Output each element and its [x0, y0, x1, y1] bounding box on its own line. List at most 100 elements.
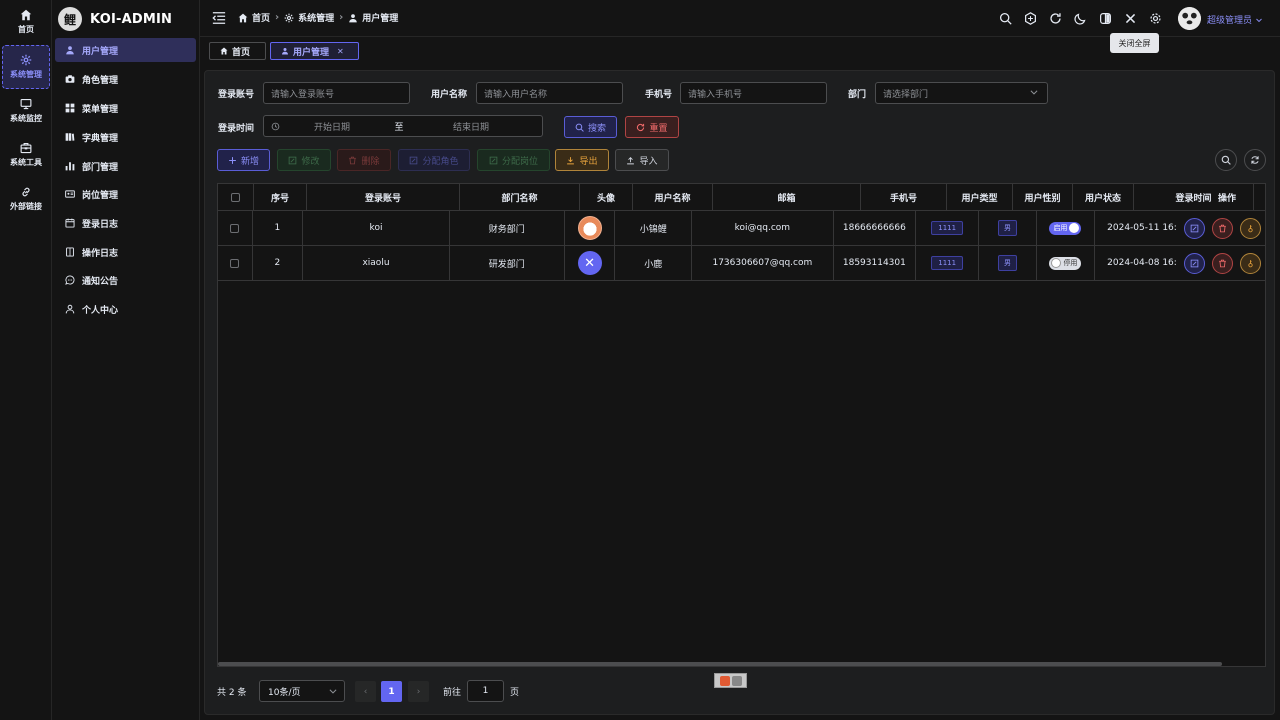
toggle-search-button[interactable]	[1215, 149, 1237, 171]
cell-type: 1111	[916, 211, 980, 245]
sidebar-item-label: 操作日志	[82, 248, 119, 259]
row-checkbox[interactable]	[230, 258, 240, 268]
refresh-table-button[interactable]	[1244, 149, 1266, 171]
row-delete-button[interactable]	[1211, 217, 1233, 239]
next-page-button[interactable]: ›	[408, 681, 429, 702]
table-row[interactable]: 2 xiaolu 研发部门 ✕ 小鹿 1736306607@qq.com 185…	[218, 246, 1265, 281]
close-icon[interactable]: ✕	[337, 47, 344, 56]
rail-item-links[interactable]: 外部链接	[0, 177, 52, 221]
search-icon[interactable]	[997, 10, 1013, 26]
header-toolbar	[997, 10, 1163, 26]
trash-icon	[349, 156, 357, 164]
floating-badge-icon[interactable]	[714, 673, 747, 688]
avatar[interactable]: ✕	[577, 251, 602, 275]
row-edit-button[interactable]	[1183, 252, 1205, 274]
phone-input[interactable]: 请输入手机号	[680, 82, 827, 104]
horizontal-scrollbar[interactable]	[218, 662, 1222, 666]
sidebar-item-menu[interactable]: 菜单管理	[55, 96, 196, 120]
breadcrumb-user[interactable]: 用户管理	[348, 11, 398, 24]
theme-cube-icon[interactable]	[1022, 10, 1038, 26]
sidebar-item-label: 通知公告	[82, 276, 119, 287]
gender-tag: 男	[998, 255, 1017, 271]
user-name-input[interactable]: 请输入用户名称	[476, 82, 623, 104]
brand-logo[interactable]: 鲤 KOI-ADMIN	[58, 6, 172, 32]
sidebar-item-login-log[interactable]: 登录日志	[55, 211, 196, 235]
camera-icon	[65, 75, 75, 83]
end-date[interactable]: 结束日期	[414, 120, 528, 133]
cell-phone: 18593114301	[834, 246, 917, 280]
dept-select[interactable]: 请选择部门	[875, 82, 1048, 104]
add-button[interactable]: 新增	[217, 149, 270, 171]
upload-icon	[627, 156, 635, 164]
pagination-total: 共 2 条	[217, 688, 247, 698]
row-checkbox[interactable]	[230, 223, 240, 233]
select-all-checkbox[interactable]	[231, 192, 240, 202]
refresh-icon[interactable]	[1047, 10, 1063, 26]
top-header: 首页 › 系统管理 › 用户管理 超级管理员	[200, 0, 1280, 37]
rail-item-system[interactable]: 系统管理	[2, 45, 50, 89]
sidebar-item-label: 用户管理	[82, 46, 119, 57]
edit-button[interactable]: 修改	[277, 149, 331, 171]
close-fullscreen-icon[interactable]	[1122, 10, 1138, 26]
sidebar-item-post[interactable]: 岗位管理	[55, 182, 196, 206]
reset-button[interactable]: 重置	[625, 116, 679, 138]
sidebar-item-role[interactable]: 角色管理	[55, 67, 196, 91]
table-row[interactable]: 1 koi 财务部门 小锦鲤 koi@qq.com 18666666666 11…	[218, 211, 1265, 246]
home-icon	[20, 9, 32, 21]
cell-dept: 财务部门	[450, 211, 565, 245]
cell-index: 1	[253, 211, 304, 245]
assign-post-button[interactable]: 分配岗位	[477, 149, 550, 171]
sidebar-item-dict[interactable]: 字典管理	[55, 125, 196, 149]
refresh-icon	[637, 123, 645, 131]
breadcrumb-home[interactable]: 首页	[238, 11, 270, 24]
table-header: 序号 登录账号 部门名称 头像 用户名称 邮箱 手机号 用户类型 用户性别 用户…	[218, 184, 1265, 211]
login-account-label: 登录账号	[218, 90, 255, 100]
row-edit-button[interactable]	[1183, 217, 1205, 239]
prev-page-button[interactable]: ‹	[355, 681, 376, 702]
rail-item-home[interactable]: 首页	[0, 0, 52, 44]
tab-home[interactable]: 首页	[209, 42, 266, 60]
page-jump-input[interactable]: 1	[467, 680, 504, 702]
phone-label: 手机号	[645, 90, 673, 100]
search-button[interactable]: 搜索	[564, 116, 617, 138]
grid-icon	[65, 103, 75, 113]
tab-user-management[interactable]: 用户管理 ✕	[270, 42, 359, 60]
cell-ops	[1183, 246, 1265, 280]
user-dropdown[interactable]: 超级管理员	[1207, 13, 1263, 26]
sidebar-item-op-log[interactable]: 操作日志	[55, 240, 196, 264]
switch-label: 启用	[1053, 224, 1068, 232]
toolbox-icon	[20, 142, 32, 154]
avatar[interactable]	[1178, 7, 1201, 30]
settings-gear-icon[interactable]	[1147, 10, 1163, 26]
cell-login-time: 2024-04-08 16:	[1107, 258, 1177, 268]
row-delete-button[interactable]	[1211, 252, 1233, 274]
login-time-range[interactable]: 开始日期 至 结束日期	[263, 115, 543, 137]
start-date[interactable]: 开始日期	[280, 120, 384, 133]
cell-account: koi	[303, 211, 450, 245]
avatar[interactable]	[577, 216, 602, 240]
assign-role-button[interactable]: 分配角色	[398, 149, 470, 171]
user-icon	[282, 48, 288, 55]
status-switch[interactable]: 停用	[1049, 256, 1082, 270]
edit-icon	[410, 156, 418, 164]
row-reset-password-button[interactable]	[1239, 217, 1261, 239]
delete-button[interactable]: 删除	[337, 149, 391, 171]
moon-icon[interactable]	[1072, 10, 1088, 26]
layout-switch-icon[interactable]	[1097, 10, 1113, 26]
export-button[interactable]: 导出	[555, 149, 609, 171]
gear-icon	[284, 13, 294, 22]
breadcrumb-system[interactable]: 系统管理	[284, 11, 334, 24]
page-number[interactable]: 1	[381, 681, 402, 702]
sidebar-item-notice[interactable]: 通知公告	[55, 268, 196, 292]
rail-item-monitor[interactable]: 系统监控	[0, 89, 52, 133]
rail-item-tools[interactable]: 系统工具	[0, 133, 52, 177]
import-button[interactable]: 导入	[615, 149, 669, 171]
row-reset-password-button[interactable]	[1239, 252, 1261, 274]
page-size-select[interactable]: 10条/页	[259, 680, 345, 702]
sidebar-item-profile[interactable]: 个人中心	[55, 297, 196, 321]
sidebar-item-user[interactable]: 用户管理	[55, 38, 196, 62]
status-switch[interactable]: 启用	[1049, 221, 1082, 235]
collapse-menu-icon[interactable]	[212, 11, 226, 25]
sidebar-item-dept[interactable]: 部门管理	[55, 154, 196, 178]
login-account-input[interactable]: 请输入登录账号	[263, 82, 410, 104]
